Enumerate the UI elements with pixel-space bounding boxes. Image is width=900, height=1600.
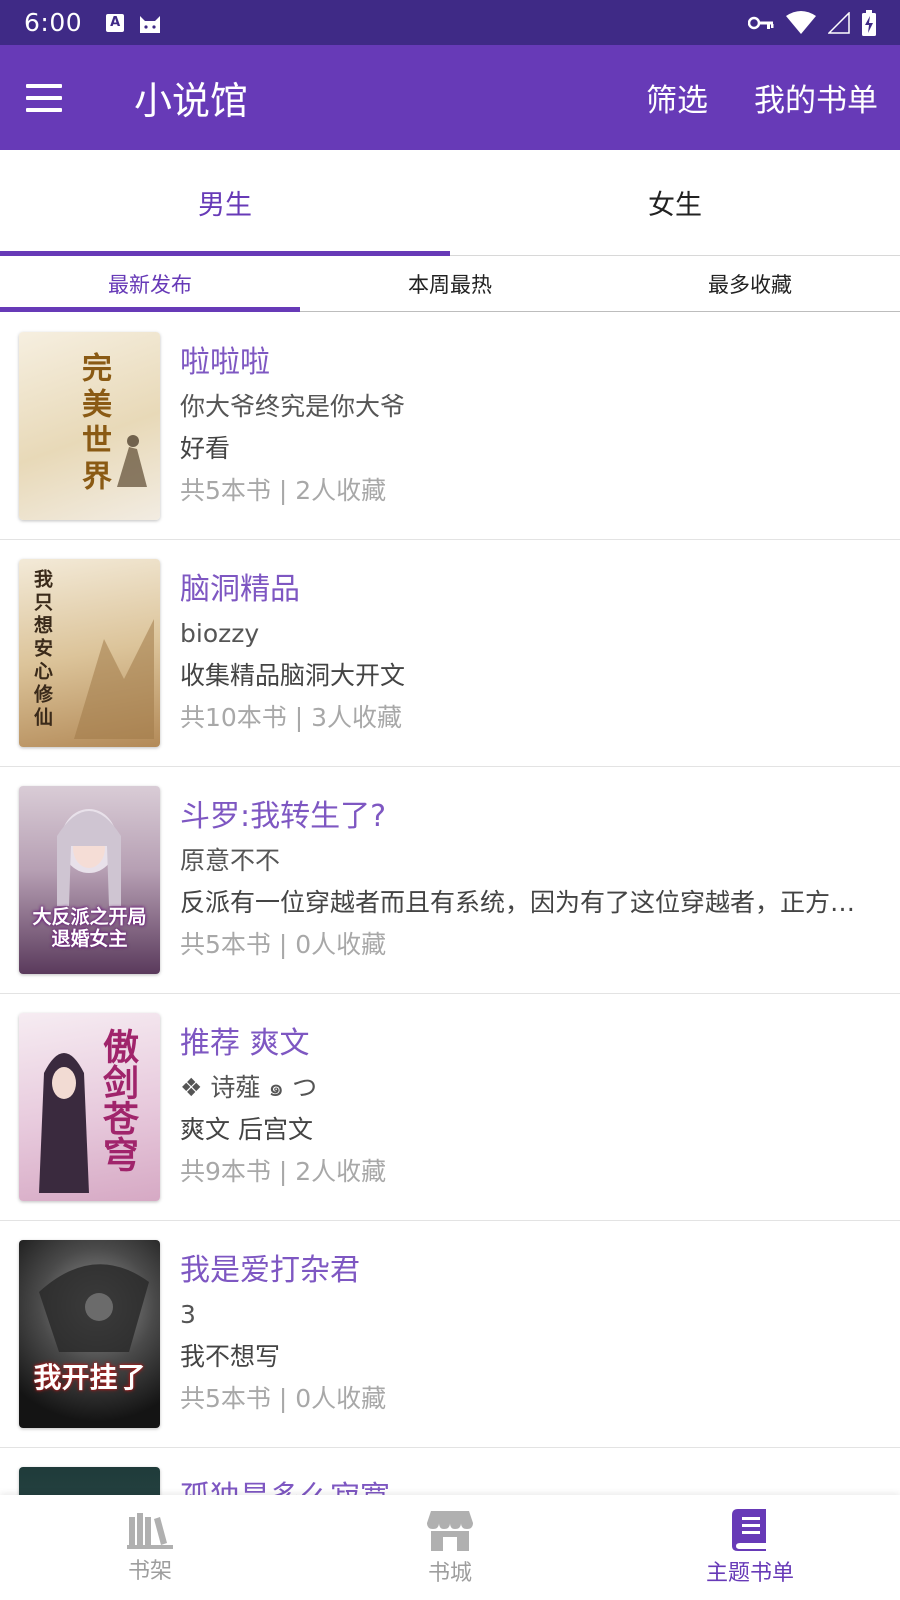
gender-tabs: 男生 女生 <box>0 150 900 256</box>
app-actions: 筛选 我的书单 <box>646 75 878 120</box>
booklist-info: 孤独是多么寂寞 <box>180 1467 900 1495</box>
cover-title-text: 我开挂了 <box>33 1361 146 1394</box>
list-item[interactable]: 孤独是多么寂寞 <box>0 1448 900 1495</box>
book-cover-image: 我开挂了 <box>19 1240 160 1428</box>
booklist-title: 孤独是多么寂寞 <box>180 1477 900 1495</box>
booklist-title: 我是爱打杂君 <box>180 1253 360 1288</box>
book-cover-image: 大反派之开局退婚女主 <box>19 786 160 974</box>
booklist-author: 原意不不 <box>180 846 281 875</box>
tab-most-favorited[interactable]: 最多收藏 <box>600 256 900 311</box>
battery-charging-icon <box>862 9 876 36</box>
booklist-title: 啦啦啦 <box>180 345 270 380</box>
cover-title-text: 傲剑苍穹 <box>97 1028 139 1172</box>
nav-theme-booklist-label: 主题书单 <box>705 1560 794 1586</box>
booklist-stats: 共5本书 | 0人收藏 <box>180 1384 387 1413</box>
booklist-stats: 共9本书 | 2人收藏 <box>180 1157 387 1186</box>
list-item[interactable]: 完美世界 啦啦啦 你大爷终究是你大爷 好看 共5本书 | 2人收藏 <box>0 313 900 540</box>
tab-latest[interactable]: 最新发布 <box>0 256 300 312</box>
tab-male[interactable]: 男生 <box>0 150 450 256</box>
booklist-icon <box>732 1508 766 1551</box>
booklist-title: 斗罗:我转生了? <box>180 799 387 834</box>
nav-bookstore-label: 书城 <box>427 1560 472 1586</box>
booklist-stats: 共5本书 | 2人收藏 <box>180 476 387 505</box>
cover-title-text: 我只想安心修仙 <box>31 569 53 730</box>
wifi-icon <box>786 10 816 34</box>
status-notification-icons: A <box>106 12 162 34</box>
booklist-title: 推荐 爽文 <box>180 1026 310 1061</box>
booklist-author: ❖ 诗薤 ๑ つ <box>180 1073 318 1102</box>
status-bar: 6:00 A <box>0 0 900 45</box>
app-title: 小说馆 <box>134 79 249 123</box>
book-cover-image: 我只想安心修仙 <box>19 559 160 747</box>
list-item[interactable]: 我只想安心修仙 脑洞精品 biozzy 收集精品脑洞大开文 共10本书 | 3人… <box>0 540 900 767</box>
booklist-list: 完美世界 啦啦啦 你大爷终究是你大爷 好看 共5本书 | 2人收藏 我只想安心修… <box>0 313 900 1495</box>
booklist-stats: 共10本书 | 3人收藏 <box>180 703 403 732</box>
book-cover-image: 完美世界 <box>19 332 160 520</box>
booklist-stats: 共5本书 | 0人收藏 <box>180 930 387 959</box>
status-time: 6:00 <box>24 8 83 37</box>
status-system-icons <box>748 9 876 36</box>
my-booklist-button[interactable]: 我的书单 <box>754 75 878 120</box>
cover-character-decoration <box>39 1264 149 1352</box>
booklist-title: 脑洞精品 <box>180 572 300 607</box>
book-cover-image: 傲剑苍穹 <box>19 1013 160 1201</box>
nav-bookshelf-label: 书架 <box>127 1558 172 1584</box>
nav-bookshelf[interactable]: 书架 <box>0 1495 300 1600</box>
bottom-navigation: 书架 书城 主题书单 <box>0 1495 900 1600</box>
booklist-info: 我是爱打杂君 3 我不想写 共5本书 | 0人收藏 <box>180 1240 900 1447</box>
booklist-description: 我不想写 <box>180 1342 281 1371</box>
filter-button[interactable]: 筛选 <box>646 75 708 120</box>
booklist-author: 3 <box>180 1300 196 1329</box>
cellular-signal-icon <box>828 11 850 34</box>
cover-character-decoration <box>57 809 121 906</box>
booklist-info: 啦啦啦 你大爷终究是你大爷 好看 共5本书 | 2人收藏 <box>180 332 900 539</box>
booklist-description: 好看 <box>180 434 231 463</box>
app-bar: 小说馆 筛选 我的书单 <box>0 45 900 150</box>
cover-figure-decoration <box>117 435 147 487</box>
nav-bookstore[interactable]: 书城 <box>300 1495 600 1600</box>
booklist-description: 反派有一位穿越者而且有系统，因为有了这位穿越者，正方的人都被他杀了 <box>180 888 900 917</box>
store-icon <box>427 1510 473 1551</box>
vpn-key-icon <box>748 16 774 29</box>
list-item[interactable]: 大反派之开局退婚女主 斗罗:我转生了? 原意不不 反派有一位穿越者而且有系统，因… <box>0 767 900 994</box>
menu-hamburger-icon[interactable] <box>26 72 78 124</box>
book-cover-image <box>19 1467 160 1495</box>
booklist-info: 推荐 爽文 ❖ 诗薤 ๑ つ 爽文 后宫文 共9本书 | 2人收藏 <box>180 1013 900 1220</box>
booklist-description: 收集精品脑洞大开文 <box>180 661 406 690</box>
notification-a-icon: A <box>106 13 125 32</box>
tab-weekly-hot[interactable]: 本周最热 <box>300 256 600 311</box>
sort-tabs: 最新发布 本周最热 最多收藏 <box>0 256 900 312</box>
booklist-author: biozzy <box>180 619 260 648</box>
list-item[interactable]: 傲剑苍穹 推荐 爽文 ❖ 诗薤 ๑ つ 爽文 后宫文 共9本书 | 2人收藏 <box>0 994 900 1221</box>
list-item[interactable]: 我开挂了 我是爱打杂君 3 我不想写 共5本书 | 0人收藏 <box>0 1221 900 1448</box>
cover-mountain-decoration <box>74 619 154 739</box>
bookshelf-icon <box>127 1512 173 1549</box>
tab-female[interactable]: 女生 <box>450 150 900 255</box>
booklist-description: 爽文 后宫文 <box>180 1115 313 1144</box>
nav-theme-booklist[interactable]: 主题书单 <box>600 1495 900 1600</box>
booklist-info: 斗罗:我转生了? 原意不不 反派有一位穿越者而且有系统，因为有了这位穿越者，正方… <box>180 786 900 993</box>
booklist-author: 你大爷终究是你大爷 <box>180 392 406 421</box>
booklist-info: 脑洞精品 biozzy 收集精品脑洞大开文 共10本书 | 3人收藏 <box>180 559 900 766</box>
cover-title-text: 大反派之开局退婚女主 <box>32 906 147 950</box>
cover-character-decoration <box>39 1053 89 1193</box>
cat-notification-icon <box>140 15 161 33</box>
